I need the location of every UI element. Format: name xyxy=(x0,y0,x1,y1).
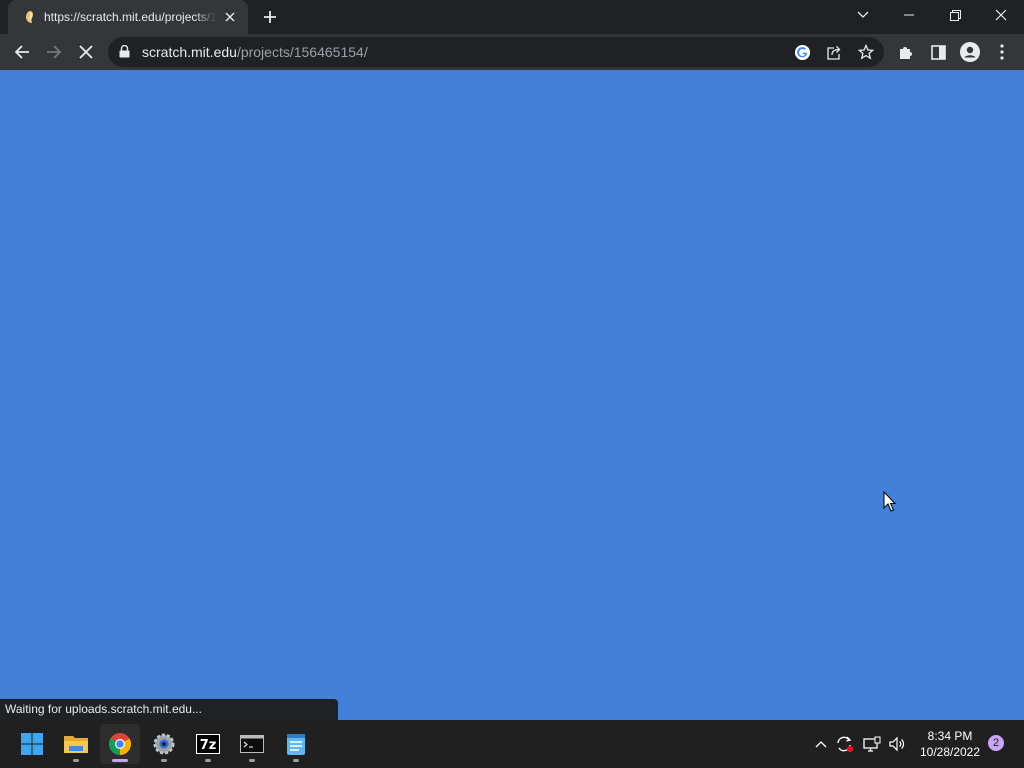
taskbar-chrome[interactable] xyxy=(100,724,140,764)
taskbar-settings[interactable] xyxy=(144,724,184,764)
browser-toolbar: scratch.mit.edu/projects/156465154/ xyxy=(0,34,1024,70)
chevron-down-icon xyxy=(857,11,869,18)
restore-button[interactable] xyxy=(932,0,978,30)
minimize-icon xyxy=(904,14,914,16)
7zip-icon: 7z xyxy=(196,734,220,754)
start-button[interactable] xyxy=(12,724,52,764)
loading-favicon-icon xyxy=(22,9,38,25)
running-indicator xyxy=(112,759,128,762)
sync-tray-icon[interactable] xyxy=(834,732,856,756)
terminal-icon xyxy=(240,735,264,753)
network-tray-icon[interactable] xyxy=(861,732,883,756)
clock-date: 10/28/2022 xyxy=(919,745,981,759)
new-tab-button[interactable] xyxy=(258,5,282,29)
extensions-button[interactable] xyxy=(890,36,922,68)
volume-tray-icon[interactable] xyxy=(886,732,908,756)
side-panel-button[interactable] xyxy=(922,36,954,68)
notepad-icon xyxy=(287,734,305,755)
google-lens-icon[interactable] xyxy=(792,42,812,62)
taskbar-file-explorer[interactable] xyxy=(56,724,96,764)
clock-time: 8:34 PM xyxy=(927,729,973,743)
window-close-button[interactable] xyxy=(978,0,1024,30)
address-bar[interactable]: scratch.mit.edu/projects/156465154/ xyxy=(108,37,884,67)
volume-icon xyxy=(889,736,905,752)
stop-loading-icon xyxy=(79,45,93,59)
restore-icon xyxy=(949,9,961,21)
chrome-icon xyxy=(109,733,131,755)
address-path: /projects/156465154/ xyxy=(236,44,368,60)
arrow-right-icon xyxy=(47,45,62,59)
network-icon xyxy=(863,736,881,752)
back-button[interactable] xyxy=(6,36,38,68)
arrow-left-icon xyxy=(14,45,29,59)
address-host: scratch.mit.edu xyxy=(142,44,237,60)
windows-start-icon xyxy=(21,733,43,755)
side-panel-icon xyxy=(930,44,946,60)
browser-tab[interactable]: https://scratch.mit.edu/projects/1564651… xyxy=(8,0,248,34)
settings-icon xyxy=(153,733,175,755)
running-indicator xyxy=(205,759,211,762)
bookmark-star-icon[interactable] xyxy=(856,42,876,62)
notification-badge[interactable]: 2 xyxy=(988,735,1004,751)
taskbar-7zip[interactable]: 7z xyxy=(188,724,228,764)
profile-button[interactable] xyxy=(954,36,986,68)
running-indicator xyxy=(161,759,167,762)
more-icon xyxy=(1000,44,1004,60)
close-icon xyxy=(995,9,1007,21)
running-indicator xyxy=(249,759,255,762)
more-menu-button[interactable] xyxy=(986,36,1018,68)
tab-search-button[interactable] xyxy=(840,0,886,30)
status-bubble: Waiting for uploads.scratch.mit.edu... xyxy=(0,699,338,720)
taskbar-terminal[interactable] xyxy=(232,724,272,764)
forward-button[interactable] xyxy=(38,36,70,68)
mouse-cursor-icon xyxy=(883,490,897,517)
svg-text:7z: 7z xyxy=(200,738,217,753)
running-indicator xyxy=(293,759,299,762)
tab-close-icon[interactable] xyxy=(222,9,238,25)
tab-title: https://scratch.mit.edu/projects/1564651… xyxy=(44,10,216,24)
extensions-icon xyxy=(900,47,912,59)
lock-icon[interactable] xyxy=(119,44,130,63)
running-indicator xyxy=(73,759,79,762)
stop-button[interactable] xyxy=(70,36,102,68)
profile-icon xyxy=(960,42,980,62)
file-explorer-icon xyxy=(64,736,88,753)
sync-icon xyxy=(837,736,854,753)
tab-strip: https://scratch.mit.edu/projects/1564651… xyxy=(0,0,1024,34)
address-text[interactable]: scratch.mit.edu/projects/156465154/ xyxy=(142,44,368,60)
taskbar: 7z 8:34 PM 10/28/2022 2 xyxy=(0,720,1024,768)
share-icon[interactable] xyxy=(824,42,844,62)
show-hidden-icons-button[interactable] xyxy=(810,732,832,756)
taskbar-clock[interactable]: 8:34 PM 10/28/2022 xyxy=(912,728,988,760)
minimize-button[interactable] xyxy=(886,0,932,30)
plus-icon xyxy=(264,11,276,23)
taskbar-notepad[interactable] xyxy=(276,724,316,764)
page-viewport[interactable] xyxy=(0,70,1024,720)
chevron-up-icon xyxy=(815,741,827,748)
